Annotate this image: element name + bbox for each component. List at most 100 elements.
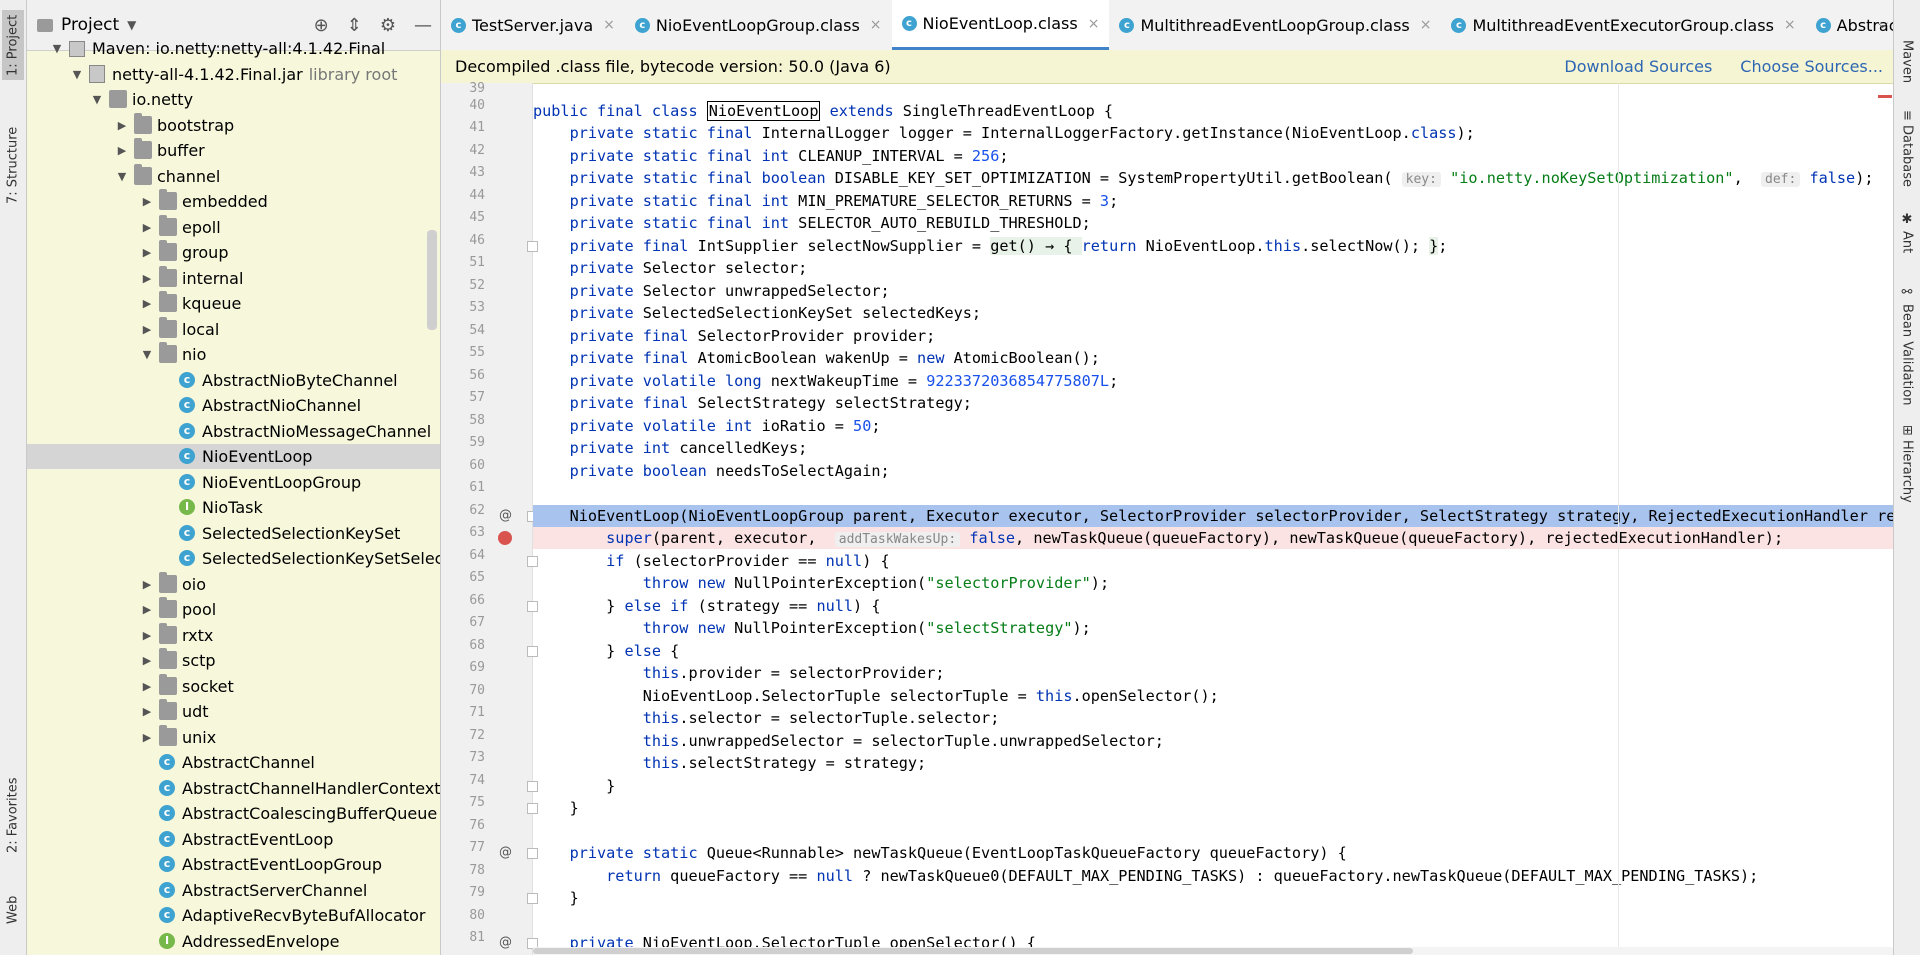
tree-item[interactable]: ▶ unix — [27, 724, 440, 750]
tree-item[interactable]: c SelectedSelectionKeySetSelect — [27, 546, 440, 571]
gear-icon[interactable]: ⚙ — [380, 15, 396, 36]
expand-arrow-down-icon[interactable]: ▼ — [51, 36, 63, 61]
tree-item[interactable]: ▶ udt — [27, 699, 440, 724]
tree-item[interactable]: c AbstractEventLoop — [27, 827, 440, 852]
tab-ant-toolwindow[interactable]: ✱ Ant — [1896, 212, 1918, 262]
tree-item[interactable]: ▶ bootstrap — [27, 112, 440, 138]
override-marker-icon[interactable]: @ — [499, 842, 512, 864]
tree-item[interactable]: c AbstractCoalescingBufferQueue — [27, 801, 440, 826]
expand-arrow-right-icon[interactable]: ▶ — [141, 317, 153, 342]
expand-arrow-right-icon[interactable]: ▶ — [141, 215, 153, 240]
editor-tab[interactable]: c NioEventLoopGroup.class × — [625, 0, 892, 50]
editor-tab[interactable]: c MultithreadEventLoopGroup.class × — [1109, 0, 1441, 50]
expand-arrow-right-icon[interactable]: ▶ — [141, 699, 153, 724]
class-file-icon: c — [901, 16, 917, 31]
editor-gutter[interactable]: 39 40 41 42 43 44 45 46 51 52 53 54 55 56 57 58 59 60 61 62… — [441, 81, 538, 955]
expand-arrow-right-icon[interactable]: ▶ — [141, 291, 153, 316]
tree-item[interactable]: c AbstractNioMessageChannel — [27, 419, 440, 444]
line-number: 71 — [469, 705, 485, 720]
expand-arrow-right-icon[interactable]: ▶ — [141, 572, 153, 597]
tabs-menu-icon[interactable]: ⌵ — [1877, 16, 1888, 32]
collapse-all-icon[interactable]: ⇕ — [347, 15, 362, 36]
expand-arrow-right-icon[interactable]: ▶ — [141, 725, 153, 750]
tree-item[interactable]: ▶ buffer — [27, 138, 440, 163]
tab-bean-validation-toolwindow[interactable]: ⚯ Bean Validation — [1896, 285, 1918, 405]
tree-item[interactable]: I NioTask — [27, 495, 440, 520]
code-line-45: private static final int SELECTOR_AUTO_R… — [569, 214, 1091, 232]
tree-item[interactable]: c AdaptiveRecvByteBufAllocator — [27, 903, 440, 928]
expand-arrow-right-icon[interactable]: ▶ — [116, 138, 128, 163]
tree-item[interactable]: c SelectedSelectionKeySet — [27, 521, 440, 546]
class-icon: c — [159, 881, 175, 898]
expand-arrow-right-icon[interactable]: ▶ — [141, 674, 153, 699]
tree-item[interactable]: ▼ nio — [27, 342, 440, 367]
tree-item[interactable]: ▶ rxtx — [27, 622, 440, 648]
tree-item[interactable]: c NioEventLoopGroup — [27, 470, 440, 495]
close-icon[interactable]: × — [1088, 16, 1100, 32]
expand-arrow-right-icon[interactable]: ▶ — [141, 648, 153, 673]
tab-structure-toolwindow[interactable]: 7: Structure — [2, 120, 24, 210]
tab-hierarchy-toolwindow[interactable]: ⊞ Hierarchy — [1896, 425, 1918, 515]
tree-item[interactable]: ▶ socket — [27, 673, 440, 699]
close-icon[interactable]: × — [1784, 17, 1796, 33]
editor-tab[interactable]: c NioEventLoop.class × — [891, 0, 1110, 50]
project-title[interactable]: Project — [61, 15, 119, 35]
override-marker-icon[interactable]: @ — [499, 505, 512, 527]
tree-item[interactable]: c AbstractChannel — [27, 750, 440, 775]
tree-item[interactable]: ▶ sctp — [27, 648, 440, 673]
breakpoint-icon[interactable] — [498, 531, 512, 545]
editor-tab[interactable]: c MultithreadEventExecutorGroup.class × — [1441, 0, 1805, 50]
expand-arrow-right-icon[interactable]: ▶ — [141, 597, 153, 622]
expand-arrow-right-icon[interactable]: ▶ — [141, 266, 153, 291]
tab-project-toolwindow[interactable]: 1: Project — [2, 10, 24, 80]
download-sources-link[interactable]: Download Sources — [1564, 57, 1712, 76]
folder-icon — [159, 240, 177, 261]
horizontal-scrollbar[interactable] — [533, 947, 1893, 955]
tree-item[interactable]: ▶ embedded — [27, 189, 440, 214]
choose-sources-link[interactable]: Choose Sources... — [1740, 57, 1883, 76]
tab-favorites-toolwindow[interactable]: 2: Favorites — [2, 770, 24, 860]
tree-item[interactable]: ▶ kqueue — [27, 291, 440, 316]
error-stripe-mark[interactable] — [1878, 95, 1892, 98]
tree-item[interactable]: c AbstractServerChannel — [27, 878, 440, 903]
project-scrollbar[interactable] — [427, 230, 437, 330]
expand-arrow-right-icon[interactable]: ▶ — [116, 113, 128, 138]
tab-maven-toolwindow[interactable]: Maven — [1896, 40, 1918, 100]
expand-arrow-down-icon[interactable]: ▼ — [71, 62, 83, 87]
expand-arrow-down-icon[interactable]: ▼ — [141, 342, 153, 367]
close-icon[interactable]: × — [870, 17, 882, 33]
editor-tab[interactable]: c TestServer.java × — [441, 0, 625, 50]
tree-item[interactable]: ▼ Maven: io.netty:netty-all:4.1.42.Final — [27, 36, 440, 61]
tree-item[interactable]: ▼ io.netty — [27, 87, 440, 112]
tree-item[interactable]: ▼ netty-all-4.1.42.Final.jar library root — [27, 62, 440, 87]
tree-item[interactable]: ▶ group — [27, 240, 440, 265]
expand-arrow-right-icon[interactable]: ▶ — [141, 623, 153, 648]
chevron-down-icon[interactable]: ▼ — [127, 18, 136, 32]
override-marker-icon[interactable]: @ — [499, 932, 512, 954]
tree-item[interactable]: ▶ internal — [27, 265, 440, 291]
tree-item[interactable]: c AbstractNioByteChannel — [27, 368, 440, 393]
horizontal-scroll-thumb[interactable] — [533, 948, 1413, 954]
expand-arrow-right-icon[interactable]: ▶ — [141, 189, 153, 214]
tree-item[interactable]: ▼ channel — [27, 163, 440, 189]
tree-item[interactable]: ▶ epoll — [27, 214, 440, 240]
minimize-icon[interactable]: — — [414, 15, 432, 36]
expand-arrow-down-icon[interactable]: ▼ — [116, 164, 128, 189]
tree-item[interactable]: ▶ local — [27, 316, 440, 342]
tree-item[interactable]: c AbstractEventLoopGroup — [27, 852, 440, 877]
code-line-68: } else { — [533, 642, 680, 660]
close-icon[interactable]: × — [1420, 17, 1432, 33]
tree-item[interactable]: ▶ pool — [27, 597, 440, 622]
tree-item[interactable]: c AbstractNioChannel — [27, 393, 440, 418]
expand-arrow-right-icon[interactable]: ▶ — [141, 240, 153, 265]
code-editor[interactable]: public final class NioEventLoop extends … — [533, 83, 1893, 955]
tab-database-toolwindow[interactable]: ≡ Database — [1896, 110, 1918, 190]
tab-web-toolwindow[interactable]: Web — [2, 885, 24, 935]
close-icon[interactable]: × — [603, 17, 615, 33]
tree-item[interactable]: I AddressedEnvelope — [27, 929, 440, 954]
tree-item[interactable]: c NioEventLoop — [27, 444, 440, 469]
expand-arrow-down-icon[interactable]: ▼ — [91, 87, 103, 112]
tree-item[interactable]: c AbstractChannelHandlerContext — [27, 776, 440, 801]
locate-icon[interactable]: ⊕ — [314, 15, 329, 36]
tree-item[interactable]: ▶ oio — [27, 571, 440, 597]
